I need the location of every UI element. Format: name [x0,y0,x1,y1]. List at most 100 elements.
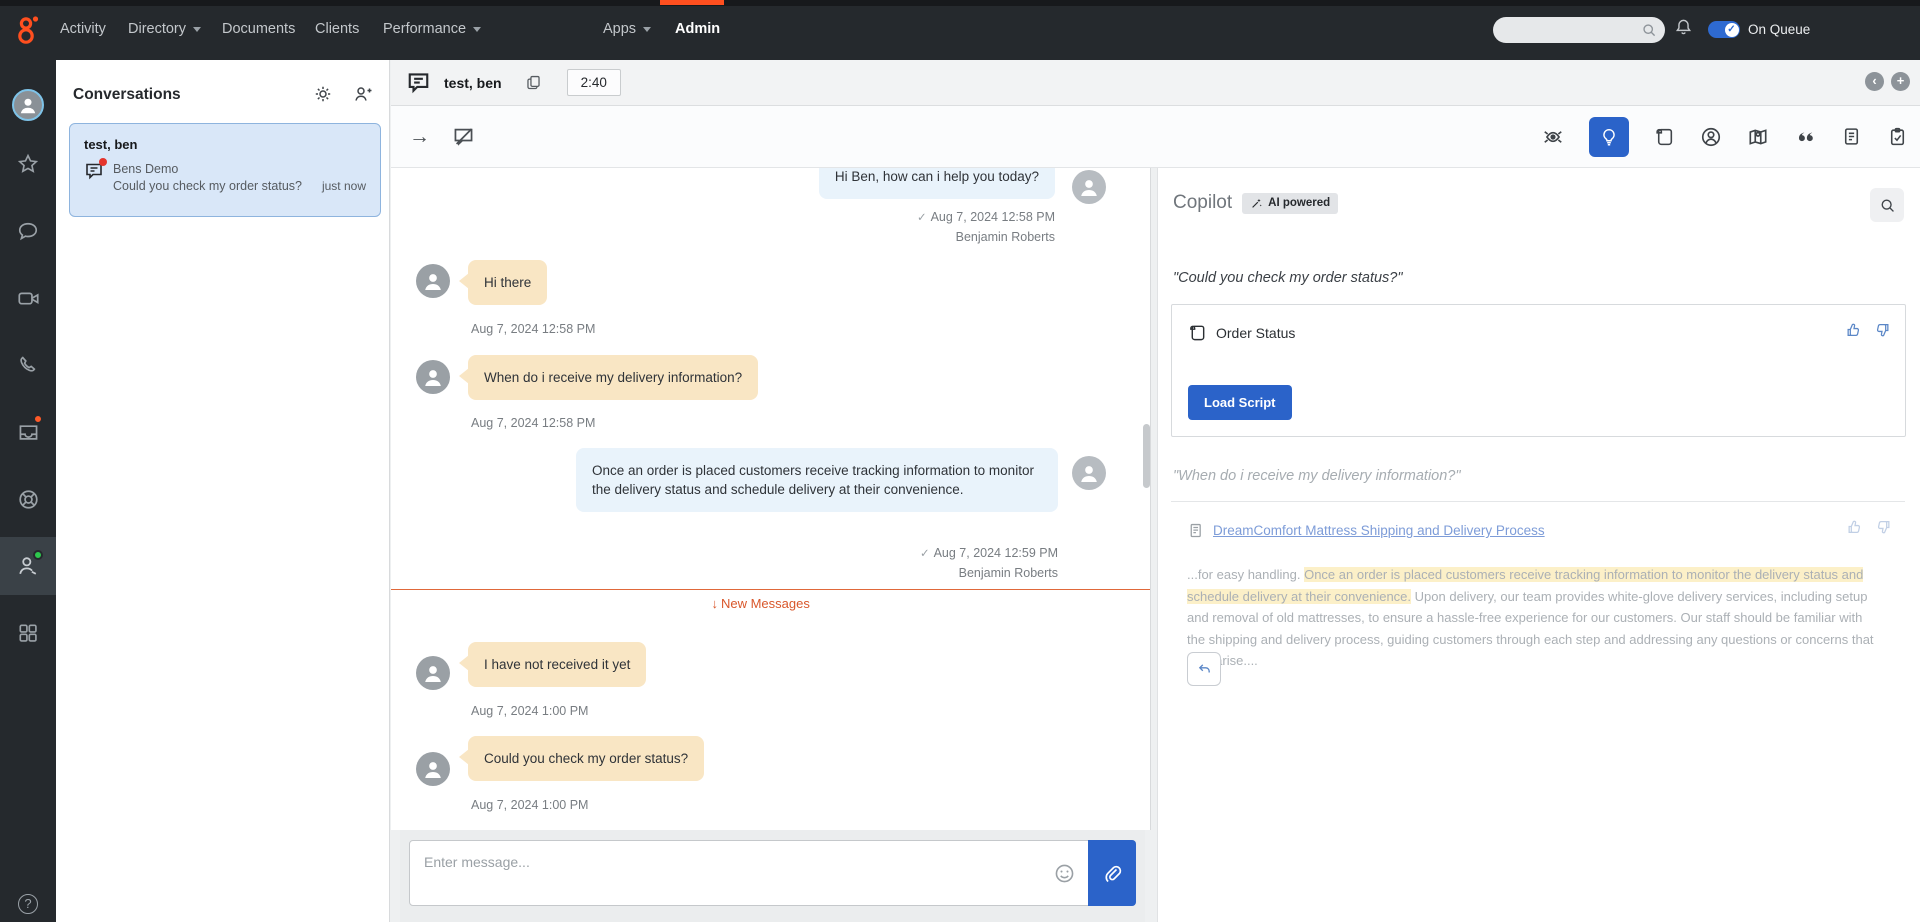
rail-video[interactable] [0,269,56,327]
chat-scrollbar-thumb[interactable] [1143,424,1150,488]
agent-message-bubble: Hi Ben, how can i help you today? [818,168,1055,199]
conversation-preview: Could you check my order status? [113,179,302,193]
message-input-box[interactable] [409,840,1136,906]
video-camera-icon [17,287,40,310]
conversation-name: test, ben [84,137,138,152]
nav-performance[interactable]: Performance [383,21,482,37]
chevron-down-icon [193,26,202,32]
article-snippet: ...for easy handling. Once an order is p… [1187,564,1882,672]
thumbs-down-icon[interactable] [1873,321,1891,339]
customer-utterance-quote-faded: "When do i receive my delivery informati… [1173,468,1461,484]
copilot-panel: Copilot AI powered "Could you check my o… [1157,168,1920,922]
nav-apps[interactable]: Apps [603,21,652,37]
new-messages-label[interactable]: ↓ New Messages [711,596,809,611]
copilot-divider [1171,501,1905,502]
rail-chat[interactable] [0,202,56,260]
magic-wand-icon [1250,197,1263,210]
agent-message-bubble: Once an order is placed customers receiv… [576,448,1058,512]
message-input[interactable] [424,851,1044,873]
delivered-check-icon: ✓ [916,212,927,224]
conversation-flow-name: Bens Demo [113,162,179,176]
conversation-list-item[interactable]: test, ben Bens Demo Could you check my o… [69,123,381,217]
chat-message-list[interactable]: Hi Ben, how can i help you today? ✓ Aug 7… [391,168,1151,830]
focus-view-icon[interactable] [1542,126,1564,148]
message-icon [84,158,107,195]
rail-apps-grid[interactable] [0,604,56,662]
message-meta: ✓ Aug 7, 2024 12:59 PM Benjamin Roberts [920,544,1058,582]
phone-icon [17,354,39,376]
add-person-icon[interactable] [353,84,373,104]
customer-message-bubble: When do i receive my delivery informatio… [458,355,759,400]
copilot-search-button[interactable] [1870,188,1904,222]
rail-profile-avatar[interactable] [0,76,56,134]
end-chat-icon[interactable] [452,125,475,148]
snippet-prefix: ...for easy handling. [1187,567,1305,582]
inbox-alert-badge [33,414,43,424]
thumbs-up-icon[interactable] [1845,321,1863,339]
rail-interactions[interactable] [0,537,56,595]
script-icon[interactable] [1654,126,1675,147]
load-script-button[interactable]: Load Script [1188,385,1292,420]
transfer-arrow-icon[interactable]: → [409,126,430,147]
copilot-lightbulb-button[interactable] [1589,116,1629,157]
knowledge-article-link[interactable]: DreamComfort Mattress Shipping and Deliv… [1213,523,1545,538]
on-queue-label: On Queue [1748,22,1811,37]
nav-admin[interactable]: Admin [675,21,720,37]
customer-utterance-quote: "Could you check my order status?" [1173,270,1403,286]
star-icon [17,153,39,175]
chat-square-icon [406,70,431,95]
emoji-icon[interactable] [1053,862,1076,885]
down-arrow-icon: ↓ [711,596,718,611]
insert-reply-button[interactable] [1187,652,1221,686]
nav-documents[interactable]: Documents [222,21,295,37]
interaction-timer: 2:40 [566,69,621,96]
rail-inbox[interactable] [0,403,56,461]
thumbs-up-icon[interactable] [1846,518,1864,536]
copilot-title: Copilot [1173,192,1233,213]
message-time: Aug 7, 2024 12:58 PM [471,416,596,430]
unread-badge [99,158,107,166]
interaction-toolbar: → [391,106,1920,168]
copy-icon[interactable] [525,74,542,91]
lightbulb-icon [1599,127,1619,147]
rail-help-bottom[interactable]: ? [0,894,56,914]
notifications-bell-icon[interactable] [1674,18,1693,37]
on-queue-toggle[interactable]: ✓ [1708,21,1740,38]
rail-help-ring[interactable] [0,470,56,528]
avatar [12,89,44,121]
question-mark-icon: ? [18,894,38,914]
top-navigation-bar: Activity Directory Documents Clients Per… [0,0,1920,60]
attach-button[interactable] [1088,840,1136,906]
thumbs-down-icon[interactable] [1874,518,1892,536]
global-search-input[interactable] [1505,21,1635,39]
agent-avatar [1072,456,1106,490]
presence-green-badge [33,550,43,560]
add-panel-button[interactable]: + [1891,72,1910,91]
gear-icon[interactable] [313,84,333,104]
nav-directory[interactable]: Directory [128,21,202,37]
profile-icon[interactable] [1700,126,1722,148]
new-messages-divider [391,589,1150,590]
genesys-logo-icon [14,14,44,46]
nav-clients[interactable]: Clients [315,21,359,37]
message-meta: ✓ Aug 7, 2024 12:58 PM Benjamin Roberts [917,208,1055,246]
life-ring-icon [17,488,40,511]
quotes-icon[interactable] [1794,126,1816,148]
rail-favorites[interactable] [0,135,56,193]
chevron-down-icon [643,26,652,32]
global-search[interactable] [1493,17,1665,43]
customer-avatar [416,656,450,690]
journey-map-icon[interactable] [1747,126,1769,148]
clipboard-check-icon[interactable] [1887,126,1908,147]
rail-phone[interactable] [0,336,56,394]
reply-arrow-icon [1196,661,1213,678]
message-author: Benjamin Roberts [958,565,1058,580]
collapse-panel-button[interactable]: ‹ [1865,72,1884,91]
conversation-time: just now [321,179,366,193]
notes-icon[interactable] [1841,126,1862,147]
active-tab-indicator [660,0,724,5]
nav-activity[interactable]: Activity [60,21,106,37]
message-time: Aug 7, 2024 12:58 PM [471,322,596,336]
customer-avatar [416,752,450,786]
inbox-icon [17,421,40,444]
